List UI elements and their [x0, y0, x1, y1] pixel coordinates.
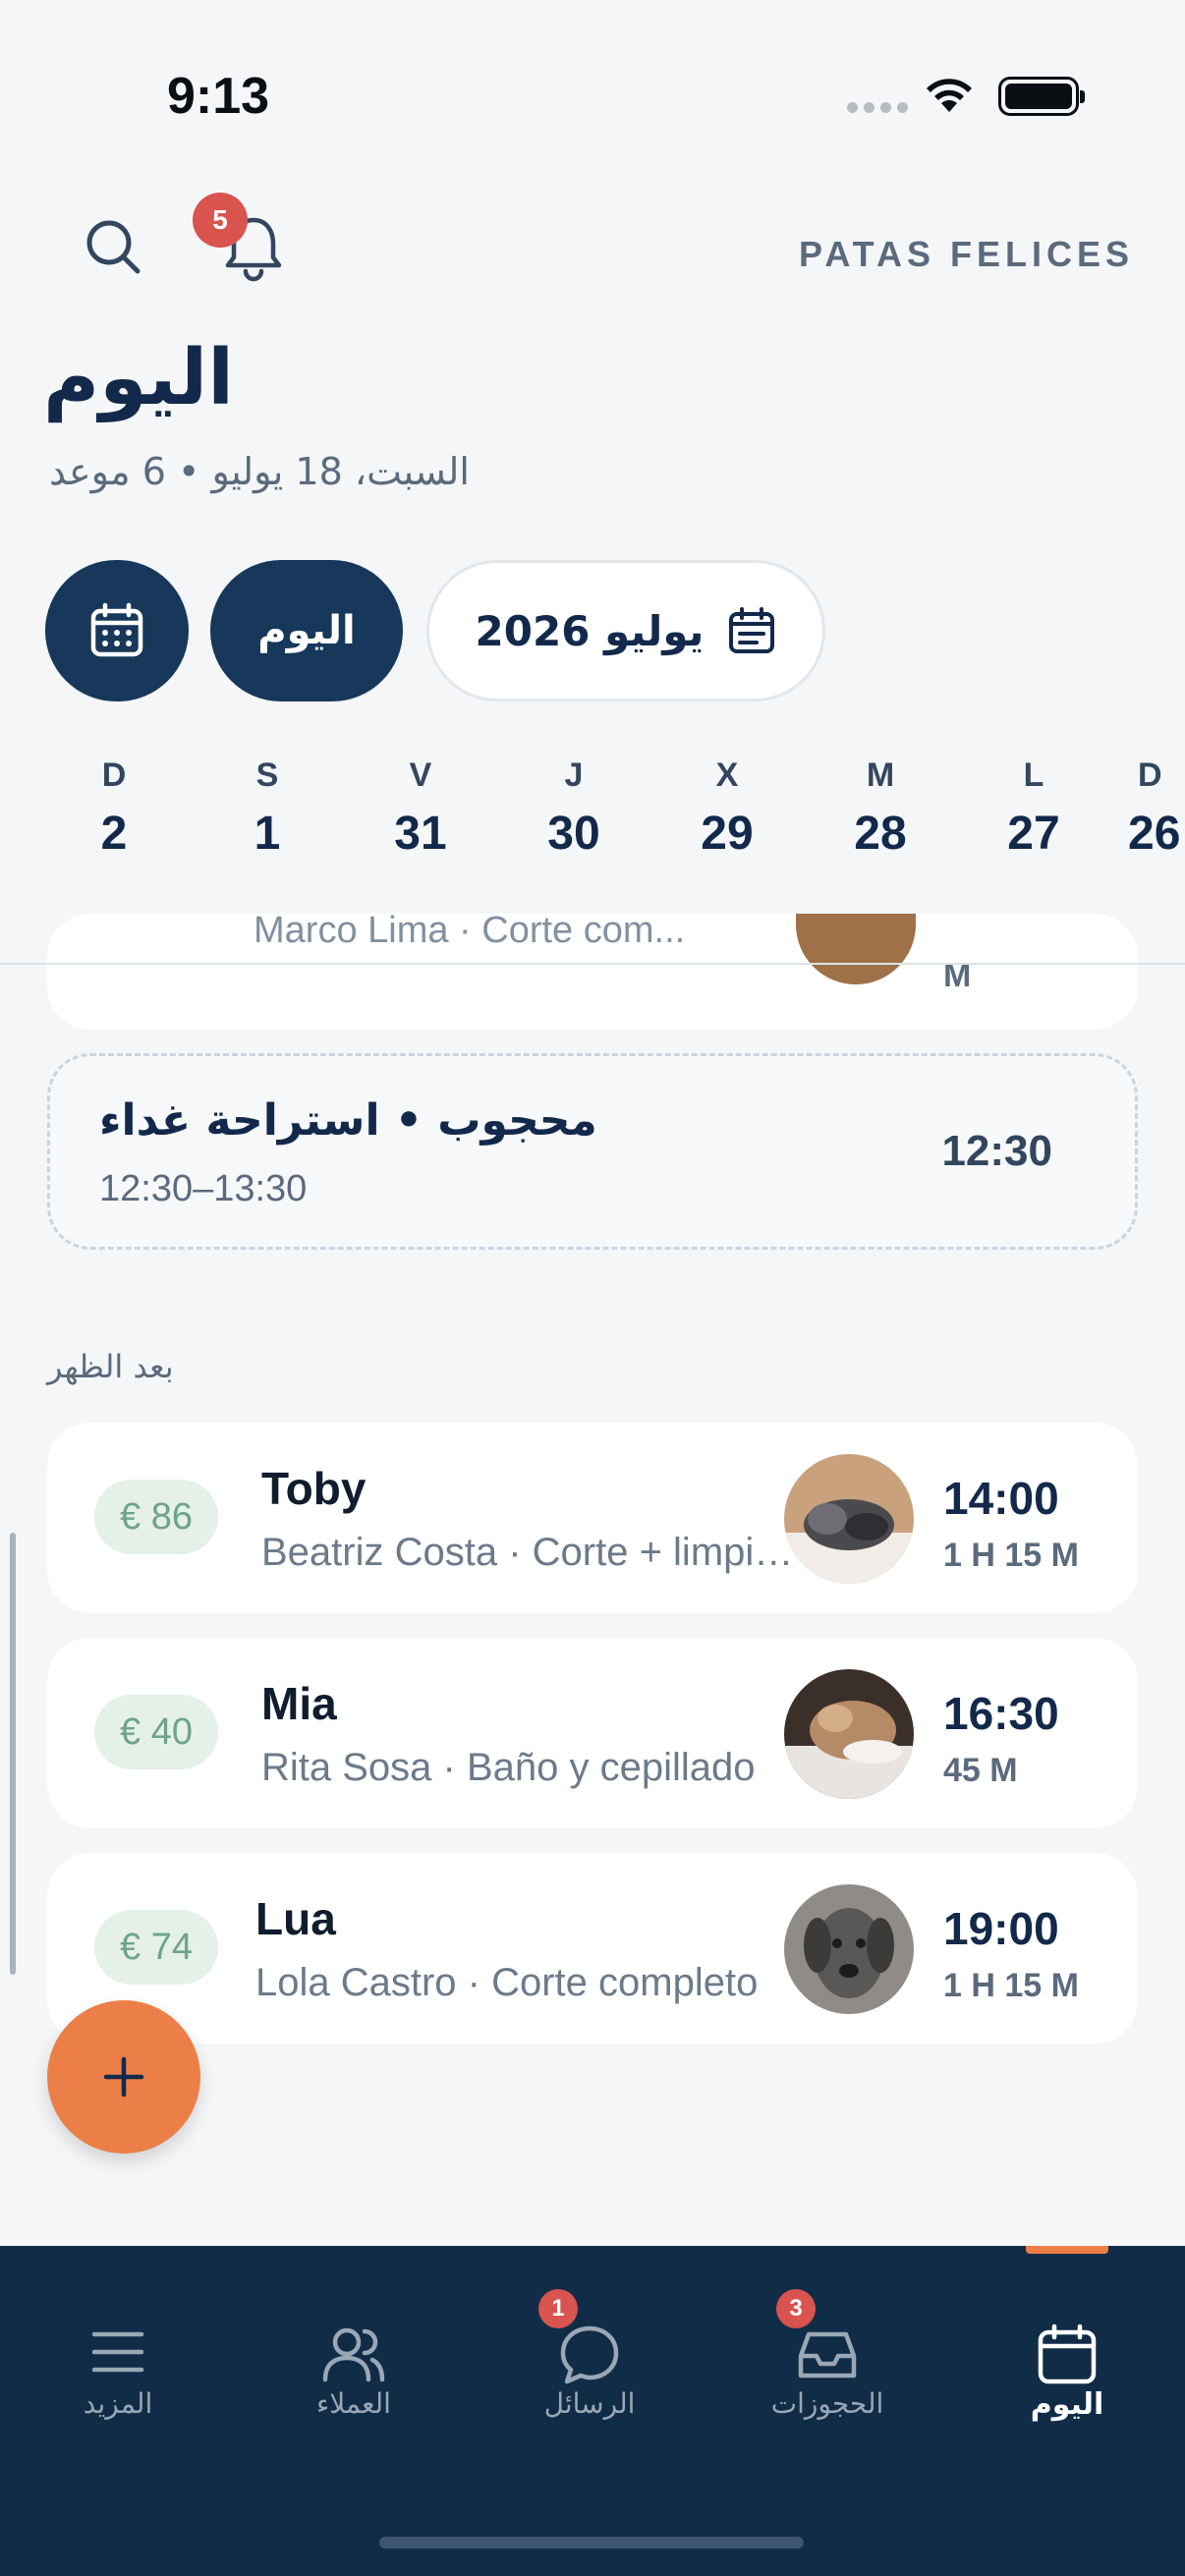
- appointment-duration: 1 H 15 M: [943, 1967, 1079, 2004]
- month-picker-button[interactable]: يوليو 2026: [426, 560, 825, 701]
- price-badge: € 40: [94, 1695, 218, 1769]
- brand-name: PATAS FELICES: [798, 234, 1134, 274]
- day-cell[interactable]: D2: [55, 756, 173, 861]
- day-cell[interactable]: J 30: [515, 756, 633, 861]
- page-title: اليوم: [43, 334, 234, 422]
- bottom-nav: المزيد العملاء 1 الرسائل 3 الحجوزات اليو…: [0, 2246, 1185, 2576]
- nav-item-clients[interactable]: العملاء: [236, 2246, 472, 2442]
- month-label: يوليو 2026: [475, 606, 705, 655]
- day-cell[interactable]: L 27: [975, 756, 1093, 861]
- appointment-card-partial[interactable]: Marco Lima · Corte com... M: [47, 910, 1138, 1030]
- appointment-time: 19:00: [943, 1903, 1059, 1954]
- bookings-badge: 3: [776, 2289, 816, 2328]
- price-badge: € 86: [94, 1480, 218, 1554]
- partial-detail: Marco Lima · Corte com...: [254, 910, 686, 951]
- cellular-signal-icon: [847, 102, 908, 116]
- calendar-icon: [1038, 2324, 1097, 2384]
- plus-icon: [103, 2056, 144, 2098]
- pet-photo: [784, 1884, 914, 2014]
- status-time: 9:13: [167, 68, 270, 125]
- calendar-icon: [90, 602, 143, 657]
- pet-name: Lua: [255, 1893, 336, 1944]
- nav-item-bookings[interactable]: 3 الحجوزات: [709, 2246, 945, 2442]
- appointment-time: 14:00: [943, 1473, 1059, 1524]
- pet-photo: [784, 1669, 914, 1799]
- nav-item-messages[interactable]: 1 الرسائل: [472, 2246, 707, 2442]
- appointment-duration: 45 M: [943, 1752, 1018, 1789]
- appointment-card[interactable]: € 74 Lua Lola Castro · Corte completo 19…: [47, 1853, 1138, 2044]
- inbox-icon: [798, 2331, 857, 2379]
- nav-label: العملاء: [316, 2387, 391, 2420]
- battery-icon: [998, 77, 1085, 116]
- pet-photo: [796, 914, 916, 984]
- today-button[interactable]: اليوم: [210, 560, 403, 701]
- messages-badge: 1: [538, 2289, 578, 2328]
- appointment-detail: Beatriz Costa · Corte + limpieza: [261, 1531, 812, 1574]
- price-badge: € 74: [94, 1910, 218, 1985]
- calendar-view-button[interactable]: [45, 560, 189, 701]
- appointment-card[interactable]: € 86 Toby Beatriz Costa · Corte + limpie…: [47, 1423, 1138, 1613]
- header-divider: [0, 963, 1185, 965]
- nav-label: اليوم: [1030, 2387, 1104, 2422]
- scrollbar[interactable]: [10, 1533, 16, 1975]
- page-subtitle: السبت، 18 يوليو • 6 موعد: [49, 450, 470, 493]
- day-cell[interactable]: M 28: [821, 756, 939, 861]
- appointment-detail: Lola Castro · Corte completo: [255, 1961, 759, 2004]
- home-indicator: [379, 2537, 804, 2548]
- appointment-detail: Rita Sosa · Baño y cepillado: [261, 1746, 756, 1789]
- nav-label: الرسائل: [543, 2387, 636, 2420]
- appointment-card[interactable]: € 40 Mia Rita Sosa · Baño y cepillado 16…: [47, 1638, 1138, 1828]
- nav-item-today[interactable]: اليوم: [949, 2246, 1185, 2442]
- nav-item-more[interactable]: المزيد: [0, 2246, 236, 2442]
- pet-name: Mia: [261, 1678, 337, 1729]
- section-afternoon: بعد الظهر: [47, 1348, 174, 1385]
- day-cell[interactable]: X 29: [668, 756, 786, 861]
- nav-label: المزيد: [83, 2387, 153, 2420]
- day-cell[interactable]: S1: [208, 756, 326, 861]
- blocked-title: محجوب • استراحة غداء: [99, 1095, 597, 1146]
- nav-label: الحجوزات: [770, 2387, 884, 2420]
- pet-name: Toby: [261, 1463, 367, 1514]
- calendar-list-icon: [729, 607, 775, 653]
- app-screen: 9:13 5 PATAS FELICES اليوم السبت، 18 يول…: [0, 0, 1185, 2576]
- pet-photo: [784, 1454, 914, 1584]
- blocked-slot[interactable]: محجوب • استراحة غداء 12:30–13:30 12:30: [47, 1053, 1138, 1250]
- wifi-icon: [927, 79, 972, 112]
- day-cell[interactable]: V 31: [362, 756, 480, 861]
- chat-bubble-icon: [560, 2325, 619, 2384]
- users-icon: [322, 2327, 385, 2382]
- appointment-time: 16:30: [943, 1688, 1059, 1739]
- menu-icon: [91, 2331, 144, 2373]
- notification-badge: 5: [193, 193, 248, 248]
- blocked-time-range: 12:30–13:30: [99, 1168, 308, 1209]
- blocked-start-time: 12:30: [941, 1127, 1052, 1175]
- search-icon[interactable]: [85, 218, 143, 277]
- appointment-duration: 1 H 15 M: [943, 1537, 1079, 1574]
- add-appointment-button[interactable]: [47, 2000, 200, 2154]
- day-cell[interactable]: D 26: [1128, 756, 1185, 861]
